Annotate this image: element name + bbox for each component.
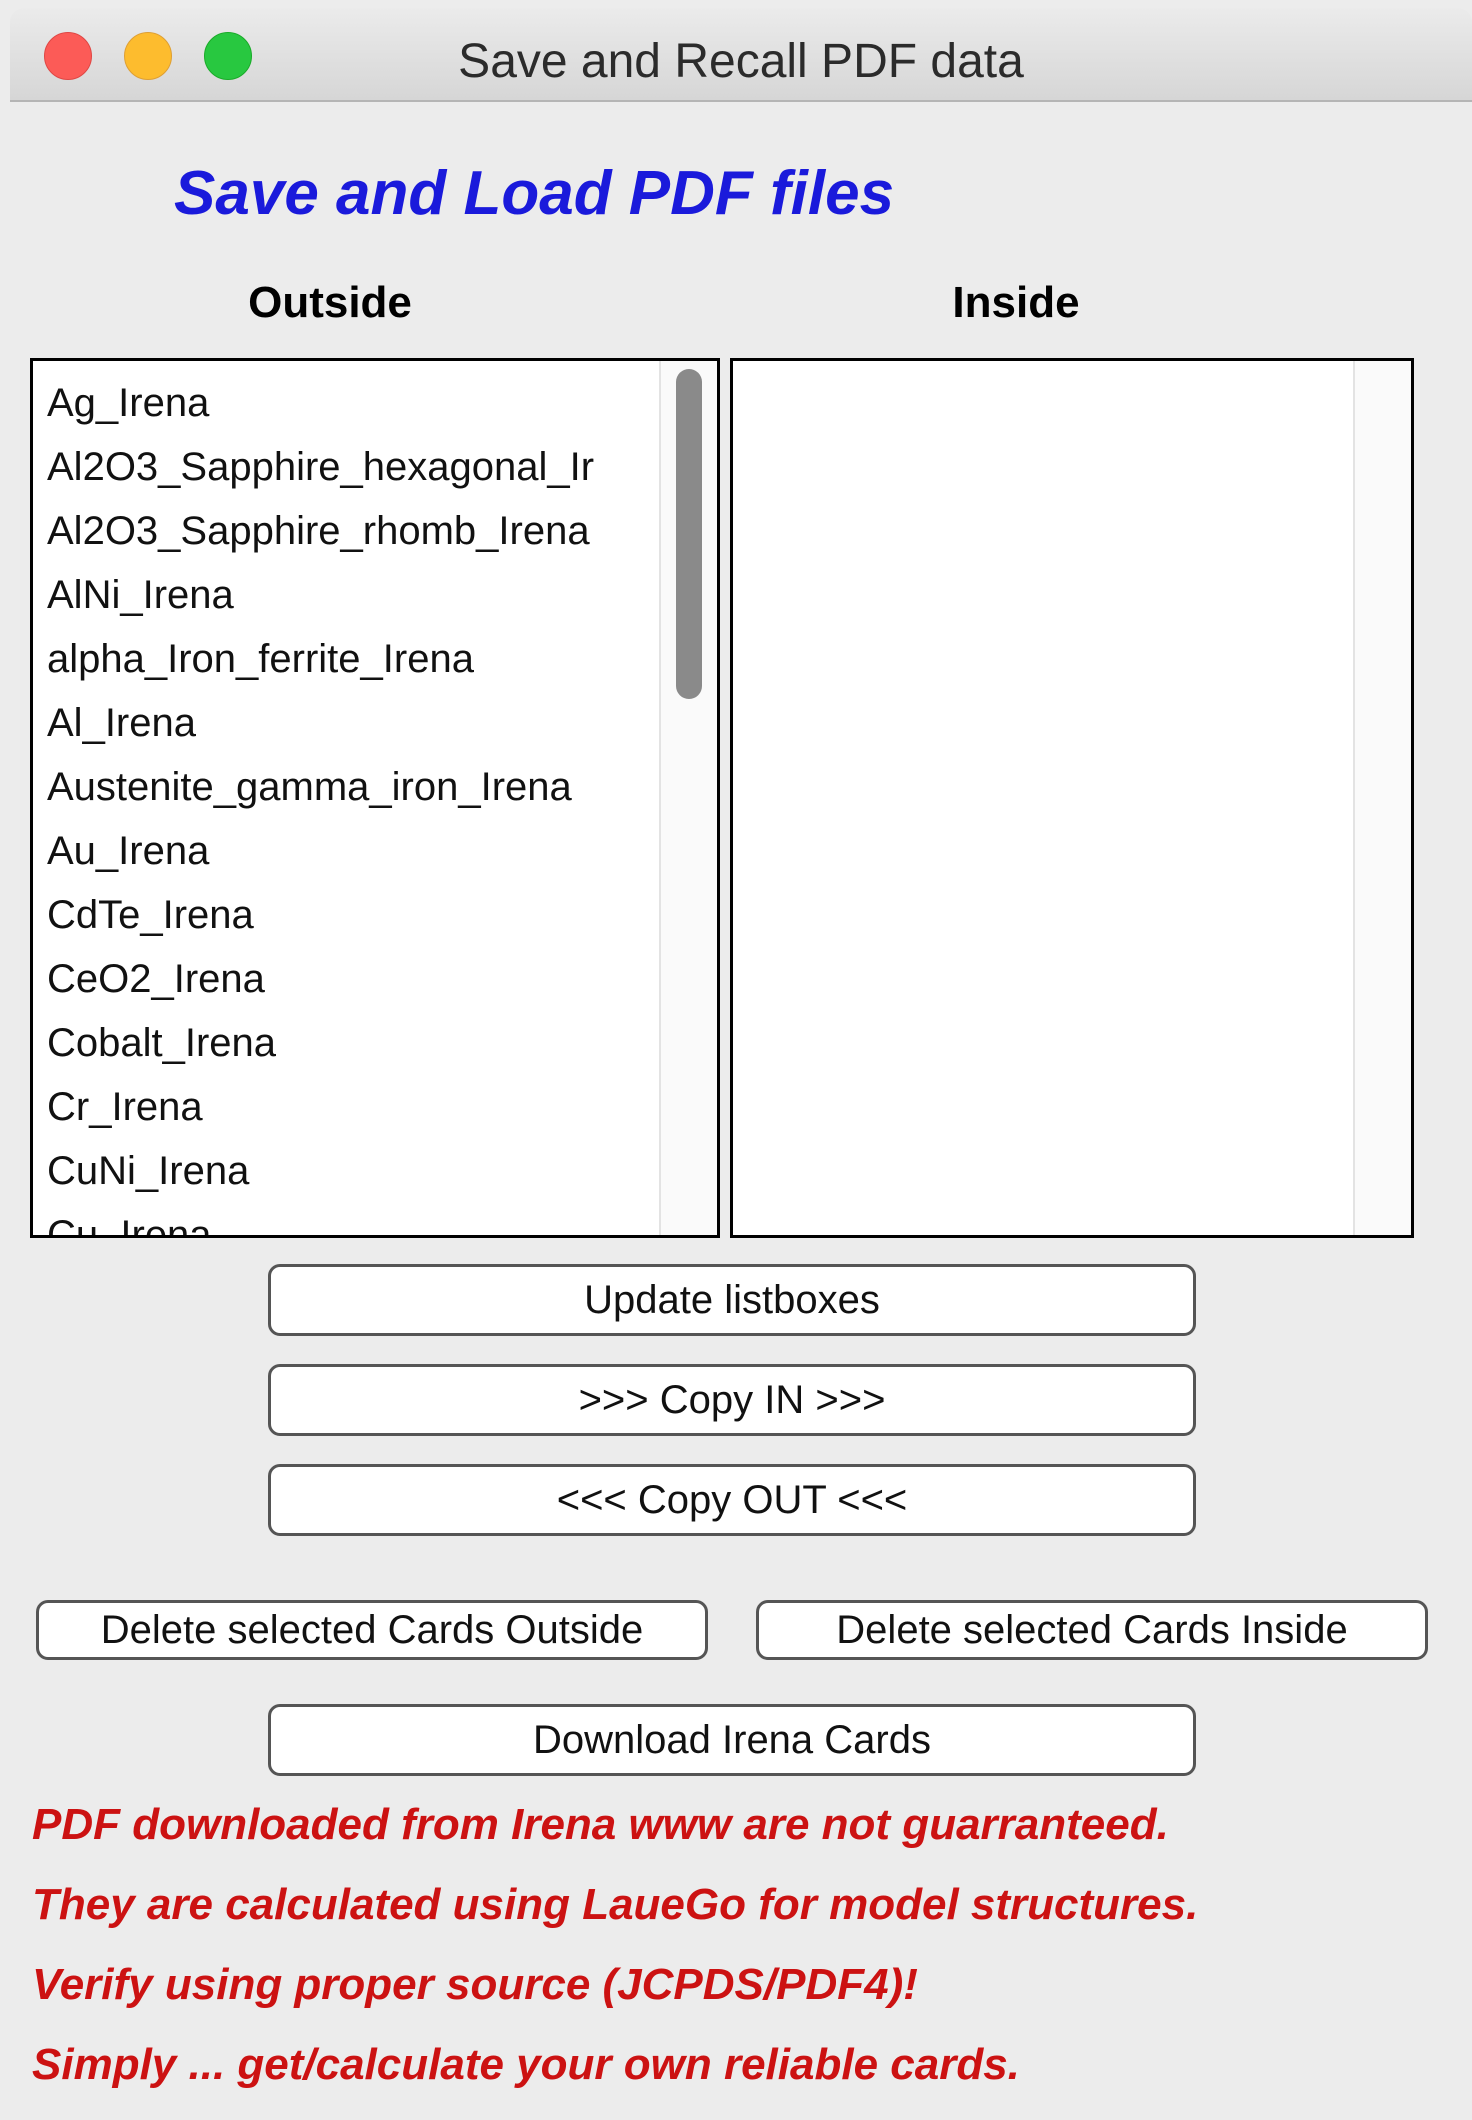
list-item[interactable]: Al2O3_Sapphire_hexagonal_Ir (33, 435, 657, 499)
inside-listbox[interactable] (730, 358, 1414, 1238)
list-item[interactable]: Al2O3_Sapphire_rhomb_Irena (33, 499, 657, 563)
update-listboxes-button[interactable]: Update listboxes (268, 1264, 1196, 1336)
title-bar: Save and Recall PDF data (10, 8, 1472, 102)
list-item[interactable]: Ag_Irena (33, 371, 657, 435)
outside-label: Outside (248, 278, 412, 327)
copy-in-button[interactable]: >>> Copy IN >>> (268, 1364, 1196, 1436)
outside-listbox[interactable]: Ag_Irena Al2O3_Sapphire_hexagonal_Ir Al2O3… (30, 358, 720, 1238)
warning-line-4: Simply ... get/calculate your own reliab… (32, 2040, 1020, 2089)
list-item[interactable]: CdTe_Irena (33, 883, 657, 947)
warning-line-2: They are calculated using LaueGo for mod… (32, 1880, 1199, 1929)
list-item[interactable]: Au_Irena (33, 819, 657, 883)
list-item[interactable]: Cu_Irena (33, 1203, 657, 1235)
list-item[interactable]: AlNi_Irena (33, 563, 657, 627)
delete-outside-button[interactable]: Delete selected Cards Outside (36, 1600, 708, 1660)
window: Save and Recall PDF data Save and Load P… (10, 8, 1472, 2120)
inside-label: Inside (952, 278, 1080, 327)
download-cards-button[interactable]: Download Irena Cards (268, 1704, 1196, 1776)
warning-line-3: Verify using proper source (JCPDS/PDF4)! (32, 1960, 918, 2009)
window-title: Save and Recall PDF data (458, 35, 1024, 88)
outside-list-items: Ag_Irena Al2O3_Sapphire_hexagonal_Ir Al2O3… (33, 371, 657, 1235)
list-item[interactable]: alpha_Iron_ferrite_Irena (33, 627, 657, 691)
warning-line-1: PDF downloaded from Irena www are not gu… (32, 1800, 1169, 1849)
copy-out-button[interactable]: <<< Copy OUT <<< (268, 1464, 1196, 1536)
list-item[interactable]: Al_Irena (33, 691, 657, 755)
list-item[interactable]: Austenite_gamma_iron_Irena (33, 755, 657, 819)
inside-scrollbar[interactable] (1353, 361, 1411, 1235)
list-item[interactable]: CeO2_Irena (33, 947, 657, 1011)
list-item[interactable]: Cobalt_Irena (33, 1011, 657, 1075)
panel-title: Save and Load PDF files (174, 159, 895, 228)
outside-scrollbar[interactable] (659, 361, 717, 1235)
list-item[interactable]: Cr_Irena (33, 1075, 657, 1139)
list-item[interactable]: CuNi_Irena (33, 1139, 657, 1203)
delete-inside-button[interactable]: Delete selected Cards Inside (756, 1600, 1428, 1660)
outside-scroll-thumb[interactable] (676, 369, 702, 699)
